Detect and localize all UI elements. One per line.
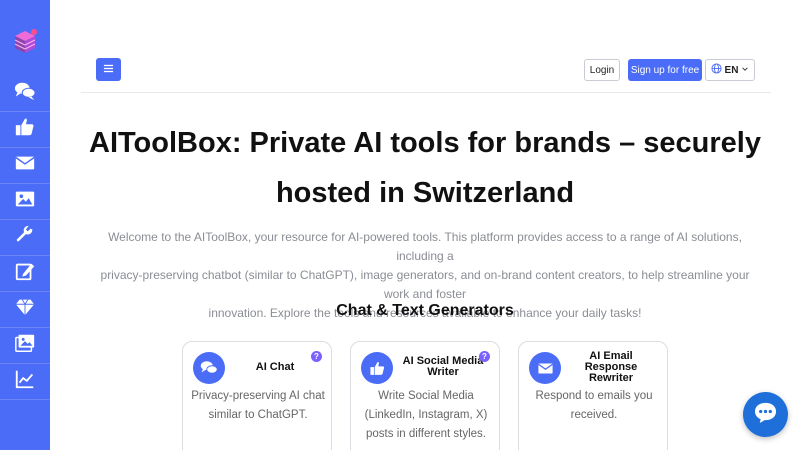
thumbs-up-icon: [14, 116, 36, 143]
card-desc-line: (LinkedIn, Instagram, X): [364, 409, 488, 421]
sidebar-item-edit[interactable]: [0, 256, 50, 292]
page-title: AIToolBox: Private AI tools for brands –…: [50, 118, 800, 218]
chat-widget-button[interactable]: [743, 392, 788, 437]
wrench-icon: [14, 224, 36, 251]
hamburger-icon: [103, 61, 114, 79]
card-desc-line: Write Social Media: [378, 390, 474, 402]
tool-card-social-media-writer[interactable]: AI Social Media Writer ? Write Social Me…: [350, 341, 500, 450]
tool-card-email-rewriter[interactable]: AI Email Response Rewriter Respond to em…: [518, 341, 668, 450]
image-icon: [14, 188, 36, 215]
intro-line: Welcome to the AIToolBox, your resource …: [108, 230, 742, 263]
card-title-line: Writer: [427, 366, 459, 378]
thumbs-up-icon: [361, 352, 393, 384]
sidebar-item-analytics[interactable]: [0, 364, 50, 400]
card-title: AI Chat: [227, 362, 323, 373]
intro-line: privacy-preserving chatbot (similar to C…: [100, 268, 750, 301]
help-badge[interactable]: ?: [311, 351, 322, 362]
chevron-down-icon: [741, 65, 749, 76]
card-description: Respond to emails you received.: [527, 387, 661, 425]
card-desc-line: posts in different styles.: [366, 428, 486, 440]
sidebar: [0, 0, 50, 450]
card-title-line: Rewriter: [588, 372, 634, 384]
card-title: AI Email Response Rewriter: [563, 351, 659, 384]
menu-toggle-button[interactable]: [96, 58, 121, 81]
card-desc-line: Respond to emails you: [535, 390, 653, 402]
language-code: EN: [724, 64, 739, 76]
globe-icon: [711, 63, 722, 77]
card-desc-line: Privacy-preserving AI chat: [191, 390, 325, 402]
edit-icon: [14, 260, 36, 287]
section-title: Chat & Text Generators: [336, 302, 514, 319]
card-desc-line: similar to ChatGPT.: [208, 409, 308, 421]
stacked-cubes-logo-icon[interactable]: [11, 27, 39, 55]
chat-bubbles-icon: [193, 352, 225, 384]
help-badge[interactable]: ?: [479, 351, 490, 362]
sidebar-item-chat[interactable]: [0, 76, 50, 112]
sidebar-item-social[interactable]: [0, 112, 50, 148]
language-selector[interactable]: EN: [705, 59, 755, 81]
sidebar-item-image[interactable]: [0, 184, 50, 220]
diamond-icon: [14, 296, 36, 323]
sidebar-item-tools[interactable]: [0, 220, 50, 256]
page-title-line: hosted in Switzerland: [275, 177, 575, 209]
signup-button[interactable]: Sign up for free: [628, 59, 702, 81]
page-title-line: AIToolBox: Private AI tools for brands –…: [89, 127, 761, 159]
images-icon: [14, 332, 36, 359]
envelope-icon: [14, 152, 36, 179]
main-content: Login Sign up for free EN AIToolBox: Pri…: [50, 0, 800, 450]
sidebar-item-brand[interactable]: [0, 292, 50, 328]
card-title-line: AI Chat: [255, 361, 295, 373]
line-chart-icon: [14, 368, 36, 395]
card-description: Privacy-preserving AI chat similar to Ch…: [191, 387, 325, 425]
login-button[interactable]: Login: [584, 59, 620, 81]
tool-card-ai-chat[interactable]: AI Chat ? Privacy-preserving AI chat sim…: [182, 341, 332, 450]
sidebar-item-gallery[interactable]: [0, 328, 50, 364]
card-title: AI Social Media Writer: [395, 356, 491, 378]
sidebar-item-email[interactable]: [0, 148, 50, 184]
top-navbar: Login Sign up for free EN: [81, 45, 771, 93]
chat-bubble-dots-icon: [753, 401, 778, 429]
card-desc-line: received.: [570, 409, 618, 421]
chat-bubbles-icon: [14, 80, 36, 107]
envelope-icon: [529, 352, 561, 384]
card-description: Write Social Media (LinkedIn, Instagram,…: [359, 387, 493, 444]
